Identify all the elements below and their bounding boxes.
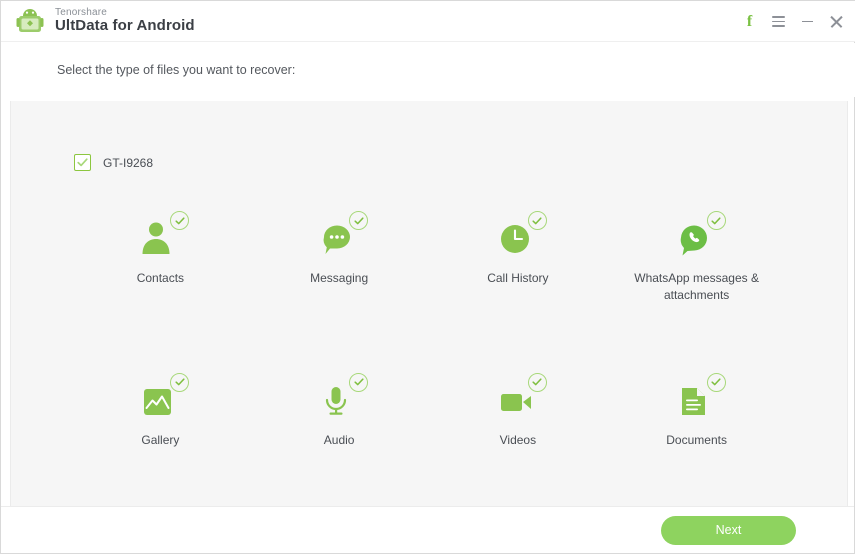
gallery-icon [129,372,191,421]
videos-icon [487,372,549,421]
window-controls: f [742,1,844,42]
close-icon [830,15,843,28]
file-type-gallery[interactable]: Gallery [71,372,250,449]
selected-badge [349,211,369,230]
hamburger-menu-icon [772,16,785,27]
call-history-icon [487,211,549,259]
instruction-bar: Select the type of files you want to rec… [1,43,855,97]
checkmark-icon [77,158,88,167]
device-checkbox[interactable] [74,154,91,171]
file-type-whatsapp[interactable]: WhatsApp messages & attachments [607,211,786,305]
file-type-label: Gallery [141,432,180,447]
app-window: Tenorshare UltData for Android f Select … [0,0,855,554]
file-type-label: Contacts [136,271,185,285]
file-type-audio[interactable]: Audio [250,372,429,449]
title-bar: Tenorshare UltData for Android f [1,1,855,42]
file-type-label: Audio [323,432,355,447]
facebook-f-icon: f [746,12,753,30]
minimize-icon [802,20,813,23]
file-type-contacts[interactable]: Contacts [71,211,250,305]
file-type-label: Documents [666,432,727,447]
file-type-grid: Contacts Messaging Call History WhatsApp… [71,211,786,449]
contacts-icon [129,211,191,259]
footer-bar: Next [1,506,854,553]
file-type-label: WhatsApp messages & attachments [634,271,759,303]
close-button[interactable] [829,13,844,31]
selected-badge [170,372,190,392]
file-type-videos[interactable]: Videos [429,372,608,449]
file-type-documents[interactable]: Documents [607,372,786,449]
file-type-label: Call History [487,271,549,285]
device-row[interactable]: GT-I9268 [74,154,153,171]
file-type-call-history[interactable]: Call History [429,211,608,305]
whatsapp-icon [666,211,728,259]
device-label: GT-I9268 [103,155,154,170]
minimize-button[interactable] [800,13,815,31]
file-type-label: Videos [499,432,537,447]
android-robot-logo-icon [15,6,45,36]
selected-badge [527,211,547,230]
brand-product: UltData for Android [55,17,195,35]
documents-icon [666,372,728,421]
selected-badge [527,372,547,392]
selected-badge [706,372,726,392]
menu-button[interactable] [771,13,786,31]
file-type-label: Messaging [310,271,369,285]
selected-badge [349,372,369,392]
selected-badge [170,211,190,230]
facebook-button[interactable]: f [742,13,757,31]
next-button[interactable]: Next [661,515,796,545]
instruction-text: Select the type of files you want to rec… [57,63,296,77]
messaging-icon [308,211,370,259]
brand-block: Tenorshare UltData for Android [55,7,195,35]
audio-icon [308,372,370,421]
selected-badge [706,211,726,230]
content-panel: GT-I9268 Contacts Messaging Call History… [10,101,848,506]
file-type-messaging[interactable]: Messaging [250,211,429,305]
